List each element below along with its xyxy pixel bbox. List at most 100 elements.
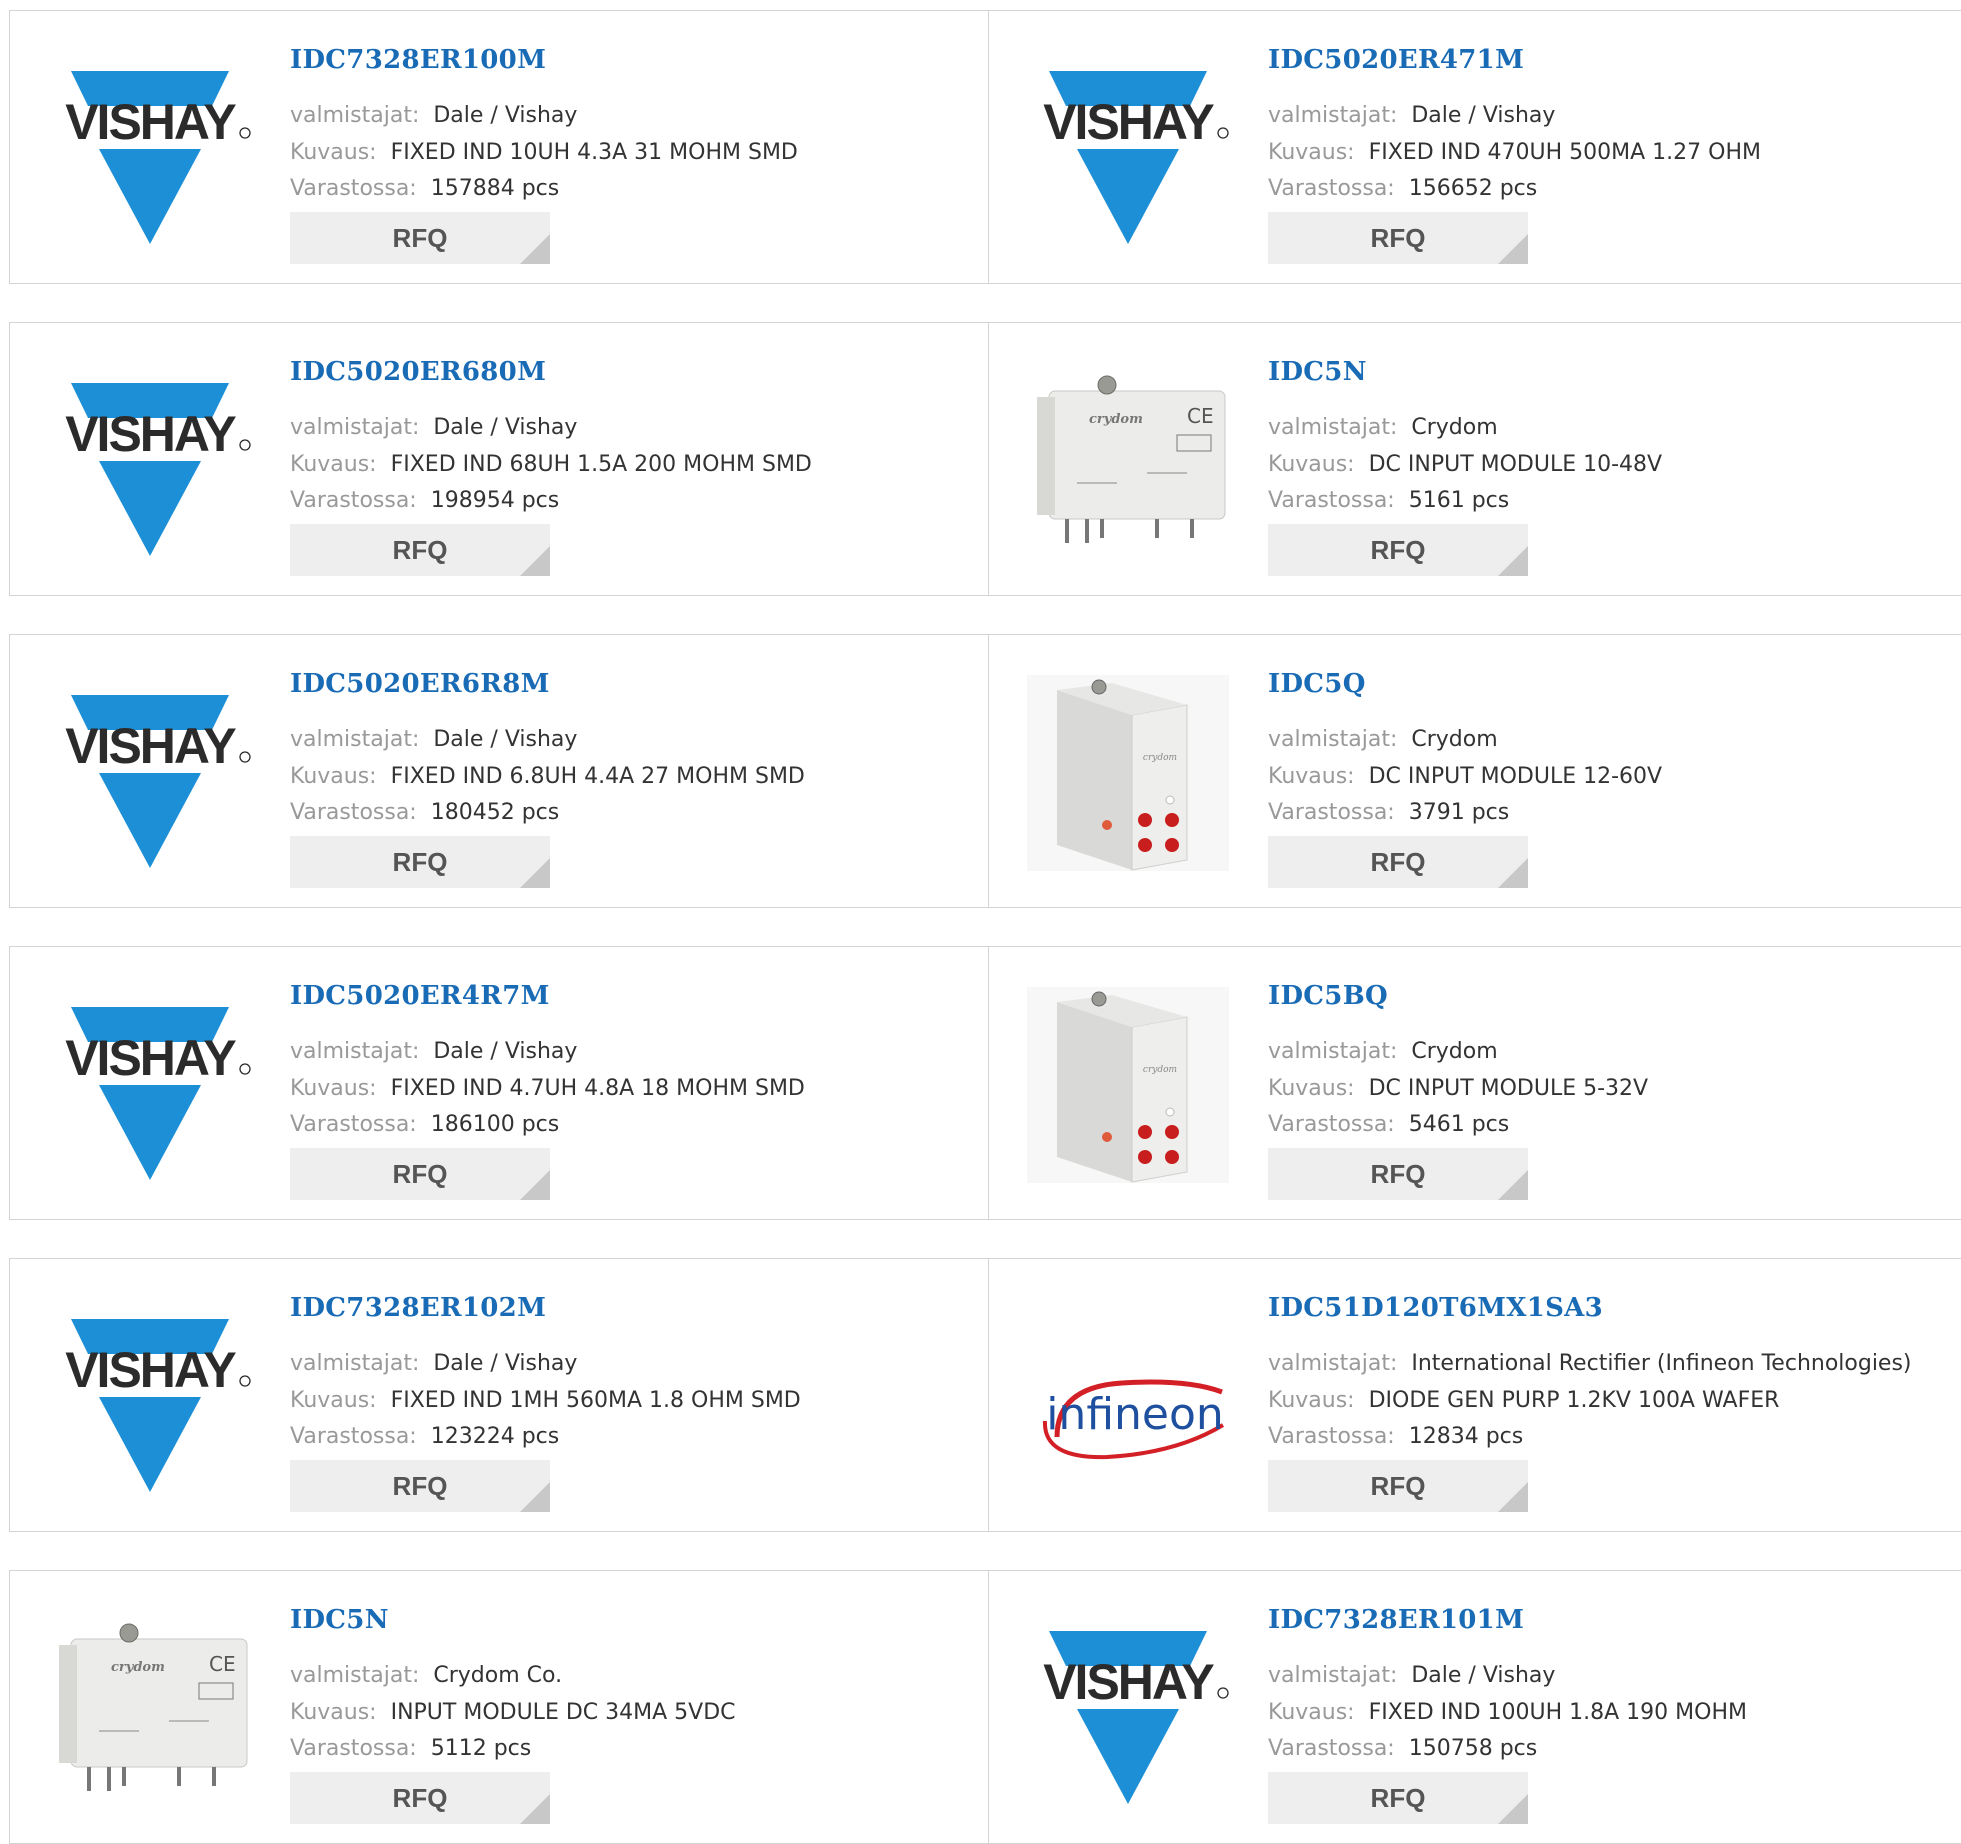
rfq-label: RFQ (392, 534, 448, 565)
product-card: VISHAY IDC5020ER680M valmistajat: Dale / Vi… (10, 323, 989, 595)
infineon-logo[interactable]: infineon (1027, 1299, 1229, 1495)
vishay-logo-graphic: VISHAY (65, 1319, 251, 1492)
product-card: crydom CE IDC5N valmistajat: Crydom Co. Kuvau… (10, 1571, 989, 1843)
rfq-button[interactable]: RFQ (1268, 524, 1528, 576)
rfq-label: RFQ (1370, 534, 1426, 565)
part-number-link[interactable]: IDC5Q (1268, 669, 1366, 699)
description-line: Kuvaus: DC INPUT MODULE 10-48V (1268, 452, 1662, 477)
rfq-button[interactable]: RFQ (290, 212, 550, 264)
stock-label: Varastossa: (1268, 1736, 1395, 1761)
part-number-link[interactable]: IDC5N (1268, 357, 1367, 387)
stock-label: Varastossa: (1268, 1112, 1395, 1137)
corner-triangle-icon (1498, 858, 1528, 888)
vishay-logo[interactable]: VISHAY (49, 51, 251, 247)
stock-line: Varastossa: 186100 pcs (290, 1112, 559, 1137)
manufacturer-line: valmistajat: Crydom (1268, 727, 1498, 752)
stock-line: Varastossa: 5161 pcs (1268, 488, 1509, 513)
manufacturer-line: valmistajat: Dale / Vishay (1268, 103, 1555, 128)
part-number-link[interactable]: IDC5020ER4R7M (290, 981, 550, 1011)
description-label: Kuvaus: (1268, 140, 1355, 165)
part-number-link[interactable]: IDC5020ER471M (1268, 45, 1524, 75)
svg-text:CE: CE (1187, 404, 1214, 428)
description-value: FIXED IND 6.8UH 4.4A 27 MOHM SMD (390, 764, 805, 789)
manufacturer-value: Crydom Co. (433, 1663, 563, 1688)
rfq-button[interactable]: RFQ (1268, 212, 1528, 264)
description-value: FIXED IND 100UH 1.8A 190 MOHM (1368, 1700, 1747, 1725)
part-number-link[interactable]: IDC51D120T6MX1SA3 (1268, 1293, 1603, 1323)
rfq-button[interactable]: RFQ (1268, 1772, 1528, 1824)
manufacturer-label: valmistajat: (1268, 1039, 1398, 1064)
manufacturer-label: valmistajat: (290, 1663, 420, 1688)
vishay-logo[interactable]: VISHAY (49, 1299, 251, 1495)
corner-triangle-icon (1498, 546, 1528, 576)
description-line: Kuvaus: FIXED IND 4.7UH 4.8A 18 MOHM SMD (290, 1076, 805, 1101)
manufacturer-line: valmistajat: Dale / Vishay (1268, 1663, 1555, 1688)
description-label: Kuvaus: (1268, 1076, 1355, 1101)
crydom-module-photo[interactable]: crydom CE (1027, 363, 1229, 559)
vishay-logo[interactable]: VISHAY (49, 675, 251, 871)
rfq-button[interactable]: RFQ (1268, 1148, 1528, 1200)
vishay-logo-graphic: VISHAY (65, 695, 251, 868)
rfq-button[interactable]: RFQ (290, 1460, 550, 1512)
stock-value: 3791 pcs (1408, 800, 1510, 825)
description-label: Kuvaus: (290, 1076, 377, 1101)
description-line: Kuvaus: INPUT MODULE DC 34MA 5VDC (290, 1700, 736, 1725)
rfq-label: RFQ (1370, 1470, 1426, 1501)
product-card: crydom IDC5BQ valmistajat: Crydom Kuvaus: DC … (988, 947, 1961, 1219)
part-number-link[interactable]: IDC5BQ (1268, 981, 1388, 1011)
rfq-button[interactable]: RFQ (1268, 1460, 1528, 1512)
description-line: Kuvaus: FIXED IND 470UH 500MA 1.27 OHM (1268, 140, 1761, 165)
part-number-link[interactable]: IDC5020ER680M (290, 357, 546, 387)
vishay-logo[interactable]: VISHAY (49, 987, 251, 1183)
rfq-label: RFQ (392, 1782, 448, 1813)
description-label: Kuvaus: (290, 1388, 377, 1413)
vishay-logo-graphic: VISHAY (1043, 1631, 1229, 1804)
description-line: Kuvaus: FIXED IND 68UH 1.5A 200 MOHM SMD (290, 452, 812, 477)
stock-line: Varastossa: 12834 pcs (1268, 1424, 1523, 1449)
description-value: FIXED IND 4.7UH 4.8A 18 MOHM SMD (390, 1076, 805, 1101)
description-line: Kuvaus: FIXED IND 100UH 1.8A 190 MOHM (1268, 1700, 1747, 1725)
crydom-module-photo[interactable]: crydom CE (49, 1611, 251, 1807)
rfq-label: RFQ (1370, 222, 1426, 253)
corner-triangle-icon (520, 858, 550, 888)
rfq-label: RFQ (392, 1158, 448, 1189)
crydom-led-module-photo[interactable]: crydom (1027, 675, 1229, 871)
stock-label: Varastossa: (290, 488, 417, 513)
rfq-button[interactable]: RFQ (290, 836, 550, 888)
vishay-logo[interactable]: VISHAY (49, 363, 251, 559)
rfq-button[interactable]: RFQ (290, 1148, 550, 1200)
rfq-button[interactable]: RFQ (290, 524, 550, 576)
part-number-link[interactable]: IDC7328ER100M (290, 45, 546, 75)
description-value: FIXED IND 68UH 1.5A 200 MOHM SMD (390, 452, 812, 477)
manufacturer-label: valmistajat: (1268, 1351, 1398, 1376)
manufacturer-line: valmistajat: Dale / Vishay (290, 727, 577, 752)
crydom-led-module-photo[interactable]: crydom (1027, 987, 1229, 1183)
manufacturer-value: Crydom (1411, 1039, 1498, 1064)
description-label: Kuvaus: (290, 1700, 377, 1725)
stock-value: 156652 pcs (1408, 176, 1538, 201)
crydom-module-photo-graphic: crydom CE (59, 1623, 248, 1791)
vishay-logo-graphic: VISHAY (1043, 71, 1229, 244)
stock-line: Varastossa: 157884 pcs (290, 176, 559, 201)
manufacturer-line: valmistajat: Dale / Vishay (290, 415, 577, 440)
manufacturer-label: valmistajat: (290, 1039, 420, 1064)
part-number-link[interactable]: IDC7328ER102M (290, 1293, 546, 1323)
part-number-link[interactable]: IDC5020ER6R8M (290, 669, 550, 699)
vishay-logo-graphic: VISHAY (65, 1007, 251, 1180)
vishay-logo[interactable]: VISHAY (1027, 1611, 1229, 1807)
manufacturer-value: Dale / Vishay (1411, 103, 1556, 128)
svg-text:VISHAY: VISHAY (1043, 94, 1214, 150)
manufacturer-label: valmistajat: (290, 727, 420, 752)
part-number-link[interactable]: IDC7328ER101M (1268, 1605, 1524, 1635)
rfq-button[interactable]: RFQ (1268, 836, 1528, 888)
rfq-button[interactable]: RFQ (290, 1772, 550, 1824)
part-number-link[interactable]: IDC5N (290, 1605, 389, 1635)
svg-text:crydom: crydom (1143, 1065, 1177, 1075)
stock-line: Varastossa: 156652 pcs (1268, 176, 1537, 201)
vishay-logo[interactable]: VISHAY (1027, 51, 1229, 247)
product-row: crydom CE IDC5N valmistajat: Crydom Co. Kuvau… (9, 1570, 1961, 1844)
product-card: VISHAY IDC7328ER102M valmistajat: Dale / Vi… (10, 1259, 989, 1531)
description-line: Kuvaus: DIODE GEN PURP 1.2KV 100A WAFER (1268, 1388, 1779, 1413)
stock-value: 123224 pcs (430, 1424, 560, 1449)
stock-line: Varastossa: 5461 pcs (1268, 1112, 1509, 1137)
